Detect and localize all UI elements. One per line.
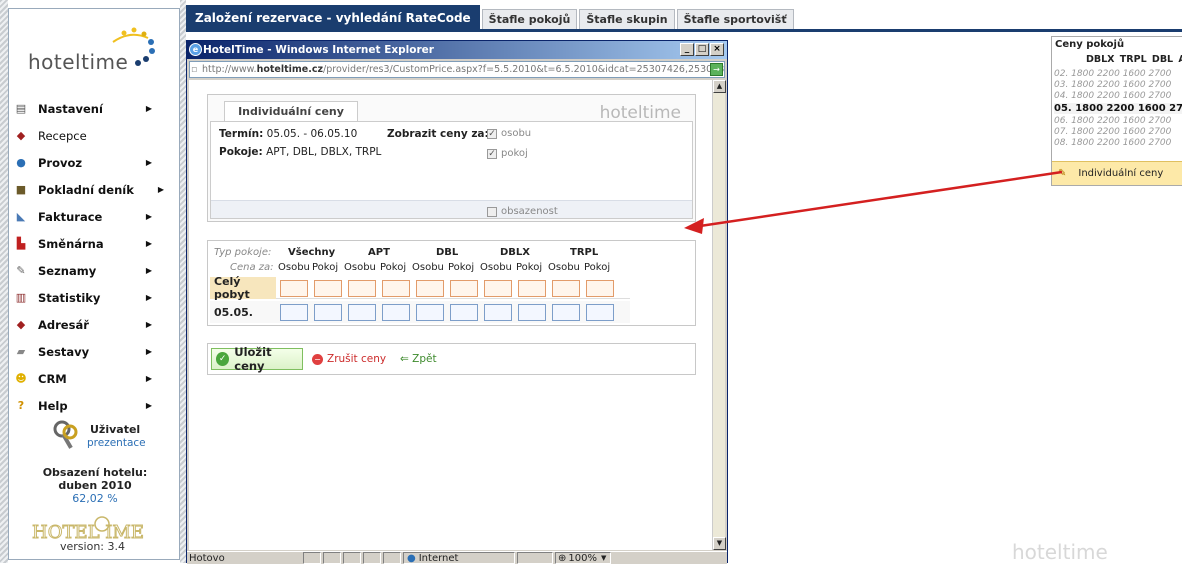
- annotation-arrow: [684, 170, 1063, 234]
- checkbox-occupancy[interactable]: obsazenost: [487, 206, 558, 217]
- checkbox-unchecked-icon: [487, 206, 497, 217]
- hoteltime-watermark-bottom: hoteltime: [1012, 540, 1108, 564]
